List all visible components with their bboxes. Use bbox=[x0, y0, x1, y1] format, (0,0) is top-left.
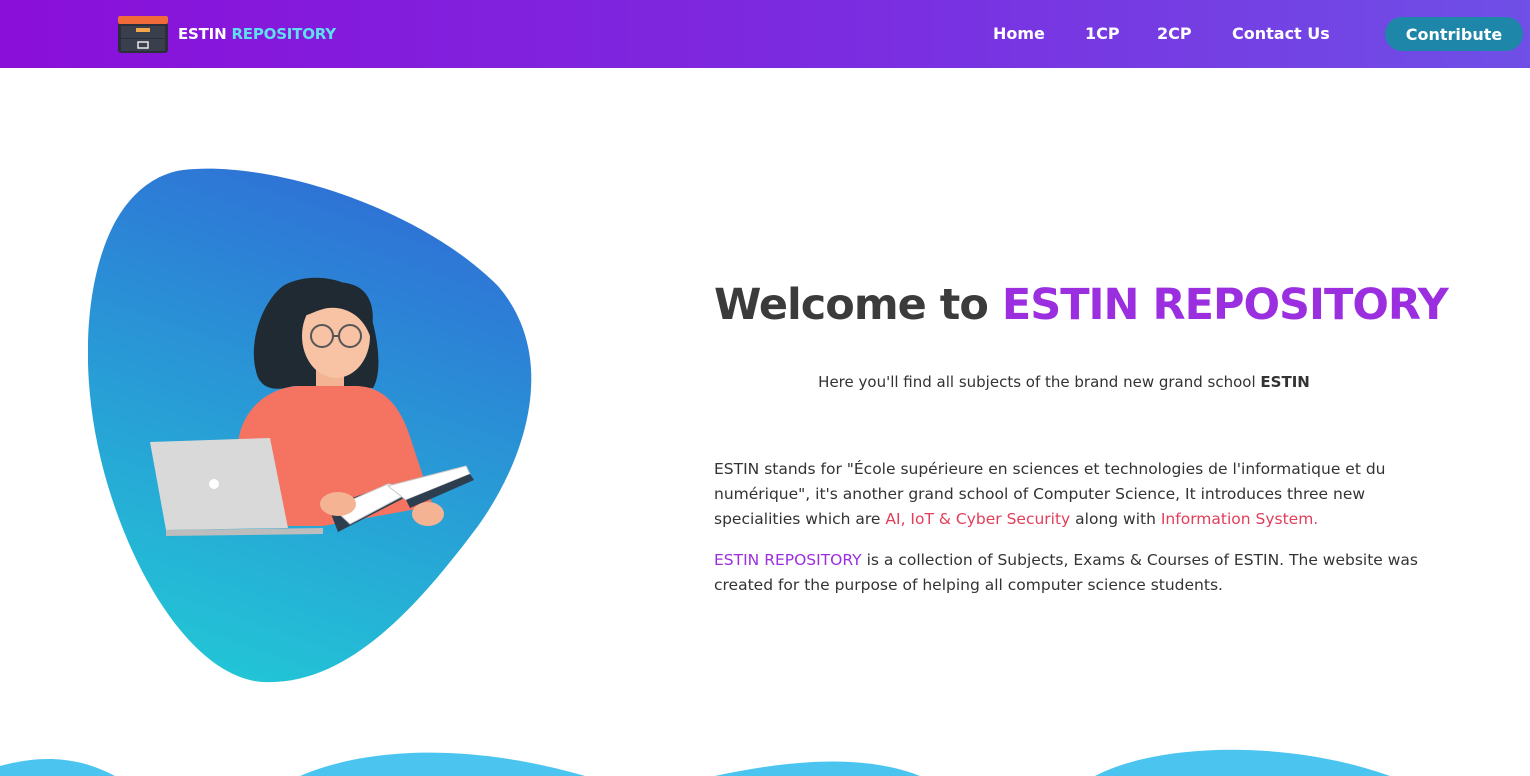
intro-paragraph: ESTIN stands for "École supérieure en sc… bbox=[714, 457, 1434, 532]
hero-title-part2: ESTIN REPOSITORY bbox=[1001, 280, 1449, 330]
hero-subtitle-part1: Here you'll find all subjects of the bra… bbox=[818, 373, 1256, 391]
hero-title: Welcome to ESTIN REPOSITORY bbox=[714, 280, 1474, 330]
about-brand-highlight: ESTIN REPOSITORY bbox=[714, 551, 862, 569]
intro-along-with: along with bbox=[1075, 510, 1156, 528]
contribute-button[interactable]: Contribute bbox=[1385, 17, 1523, 51]
hero-title-part1: Welcome to bbox=[714, 280, 989, 330]
nav-home[interactable]: Home bbox=[993, 24, 1045, 43]
nav-1cp[interactable]: 1CP bbox=[1085, 24, 1120, 43]
hero-subtitle: Here you'll find all subjects of the bra… bbox=[714, 373, 1414, 391]
about-paragraph: ESTIN REPOSITORY is a collection of Subj… bbox=[714, 548, 1434, 598]
hero-illustration bbox=[87, 166, 538, 686]
nav-contact-us[interactable]: Contact Us bbox=[1232, 24, 1330, 43]
intro-information-system-highlight: Information System. bbox=[1160, 510, 1319, 528]
intro-specialities-highlight: AI, IoT & Cyber Security bbox=[885, 510, 1071, 528]
hero-subtitle-part2: ESTIN bbox=[1260, 373, 1310, 391]
nav-2cp[interactable]: 2CP bbox=[1157, 24, 1192, 43]
bottom-wave-decoration bbox=[0, 749, 1390, 776]
top-navbar: ESTIN REPOSITORY Home 1CP 2CP Contact Us… bbox=[0, 0, 1530, 68]
nav-links: Home 1CP 2CP Contact Us bbox=[0, 0, 1530, 68]
